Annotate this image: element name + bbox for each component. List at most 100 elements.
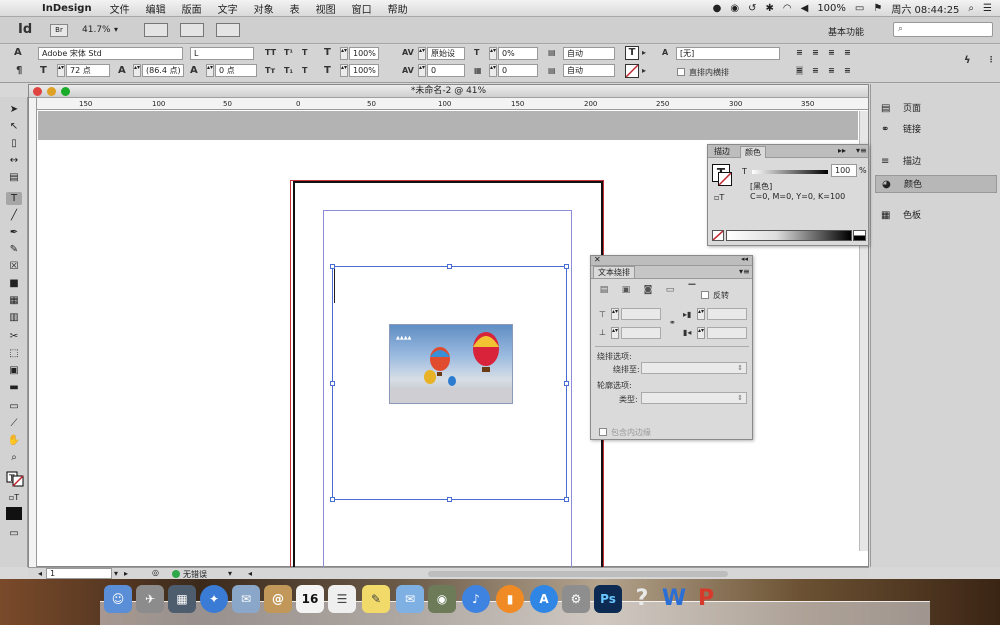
jump-object-icon[interactable]: ▭	[663, 285, 677, 296]
tsume-stepper[interactable]: ▴▾	[489, 47, 497, 60]
unknown-app-icon[interactable]: ?	[628, 585, 656, 613]
menu-help[interactable]: 帮助	[388, 1, 408, 16]
tracking-stepper[interactable]: ▴▾	[418, 64, 426, 77]
time-machine-icon[interactable]: ↺	[748, 3, 756, 14]
align-center-icon[interactable]: ≡	[812, 48, 819, 57]
clock[interactable]: 周六 08:44:25	[891, 1, 959, 16]
note-tool-icon[interactable]: ▭	[6, 400, 22, 413]
selection-tool-icon[interactable]: ➤	[6, 103, 22, 116]
preflight-icon[interactable]: ◎	[152, 568, 159, 577]
menu-view[interactable]: 视图	[316, 1, 336, 16]
stroke-menu-icon[interactable]: ▸	[642, 66, 646, 75]
bridge-button[interactable]: Br	[50, 24, 68, 37]
direct-horizontal-checkbox[interactable]	[677, 68, 685, 76]
swatches-panel-tab[interactable]: ▦ 色板	[875, 207, 997, 225]
horizontal-grid-tool-icon[interactable]: ▦	[6, 294, 22, 307]
reminders-icon[interactable]: ☰	[328, 585, 356, 613]
horizontal-ruler[interactable]: 150 100 50 0 50 100 150 200 250 300 350	[37, 98, 868, 110]
kerning-stepper[interactable]: ▴▾	[418, 47, 426, 60]
kerning-field[interactable]: 原始设	[427, 47, 465, 60]
notes-icon[interactable]: ✎	[362, 585, 390, 613]
view-options-button[interactable]	[144, 23, 168, 37]
page-menu-icon[interactable]: ▾	[114, 569, 118, 578]
mission-control-icon[interactable]: ▦	[168, 585, 196, 613]
mail-icon[interactable]: ✉	[232, 585, 260, 613]
content-collector-icon[interactable]: ▤	[6, 171, 22, 184]
paragraph-mode-icon[interactable]: ¶	[16, 65, 22, 76]
align-left-icon[interactable]: ≡	[796, 48, 803, 57]
next-page-icon[interactable]: ▸	[124, 569, 128, 578]
first-page-icon[interactable]: ◂	[38, 569, 42, 578]
free-transform-tool-icon[interactable]: ⬚	[6, 347, 22, 360]
fill-stroke-icon[interactable]: T	[6, 471, 24, 487]
close-icon[interactable]	[33, 87, 42, 96]
text-wrap-titlebar[interactable]: ✕ ◂◂	[591, 255, 752, 266]
horizontal-scrollbar[interactable]	[428, 571, 728, 577]
all-caps-icon[interactable]: TT	[265, 48, 276, 57]
tab-color[interactable]: 颜色	[740, 146, 766, 158]
calendar-icon[interactable]: 16	[296, 585, 324, 613]
collapse-icon[interactable]: ◂◂	[741, 255, 748, 263]
menu-object[interactable]: 对象	[254, 1, 274, 16]
grid-stepper[interactable]: ▴▾	[489, 64, 497, 77]
pen-tool-icon[interactable]: ✒	[6, 226, 22, 239]
none-swatch-icon[interactable]	[712, 230, 724, 241]
quick-apply-icon[interactable]: ϟ	[964, 55, 971, 66]
top-offset-field[interactable]	[621, 308, 661, 320]
type-tool-icon[interactable]: T	[6, 192, 22, 205]
app-store-icon[interactable]: A	[530, 585, 558, 613]
horizontal-scale-stepper[interactable]: ▴▾	[340, 64, 348, 77]
battery-percent[interactable]: 100%	[817, 3, 846, 14]
screen-mode-icon[interactable]: ▭	[6, 527, 22, 540]
formatting-affects-icon[interactable]: ▫T	[6, 491, 22, 504]
balloon-photo[interactable]: ▲▲▲▲	[389, 324, 513, 404]
bottom-offset-stepper[interactable]: ▴▾	[611, 327, 619, 339]
leading-stepper[interactable]: ▴▾	[133, 64, 141, 77]
chevron-down-icon[interactable]: ▾	[114, 25, 118, 34]
frame-handle[interactable]	[330, 381, 335, 386]
flag-icon[interactable]: ⚑	[873, 3, 882, 14]
left-offset-field[interactable]	[707, 308, 747, 320]
character-mode-icon[interactable]: A	[14, 47, 22, 58]
strikethrough-icon[interactable]: T	[302, 66, 307, 75]
workspace-switcher[interactable]: 基本功能	[828, 25, 864, 38]
link-offsets-icon[interactable]: ⚭	[669, 318, 676, 327]
hand-tool-icon[interactable]: ✋	[6, 434, 22, 447]
wifi-icon[interactable]: ◠	[783, 3, 792, 14]
horizontal-scale-field[interactable]: 100%	[349, 64, 379, 77]
leading-field[interactable]: (86.4 点)	[142, 64, 184, 77]
vertical-scale-field[interactable]: 100%	[349, 47, 379, 60]
line-tool-icon[interactable]: ╱	[6, 209, 22, 222]
finder-icon[interactable]: ☺	[104, 585, 132, 613]
contacts-icon[interactable]: @	[264, 585, 292, 613]
panel-menu-icon[interactable]: ⋮	[987, 55, 995, 64]
frame-handle[interactable]	[330, 497, 335, 502]
tsume-field[interactable]: 0%	[498, 47, 538, 60]
align-right-icon[interactable]: ≡	[828, 48, 835, 57]
ibooks-icon[interactable]: ▮	[496, 585, 524, 613]
frame-handle[interactable]	[447, 497, 452, 502]
collapse-icon[interactable]: ▸▸	[838, 146, 846, 155]
gap-tool-icon[interactable]: ↔	[6, 154, 22, 167]
text-stroke-icon[interactable]	[625, 64, 639, 78]
char-style-select[interactable]: [无]	[676, 47, 780, 60]
font-style-field[interactable]: L	[190, 47, 254, 60]
word-icon[interactable]: W	[660, 585, 688, 613]
itunes-icon[interactable]: ♪	[462, 585, 490, 613]
scroll-left-icon[interactable]: ◂	[248, 569, 252, 578]
rectangle-frame-tool-icon[interactable]: ☒	[6, 260, 22, 273]
preflight-menu-icon[interactable]: ▾	[228, 569, 232, 578]
pages-panel-tab[interactable]: ▤ 页面	[875, 100, 997, 118]
rectangle-tool-icon[interactable]: ■	[6, 277, 22, 290]
invert-checkbox[interactable]	[701, 291, 709, 299]
zoom-window-icon[interactable]	[61, 87, 70, 96]
contour-type-select[interactable]: ⇕	[641, 392, 747, 404]
eyedropper-tool-icon[interactable]: ⟋	[6, 417, 22, 430]
font-size-field[interactable]: 72 点	[66, 64, 110, 77]
app-menu[interactable]: InDesign	[42, 3, 92, 14]
links-panel-tab[interactable]: ⚭ 链接	[875, 121, 997, 139]
fill-menu-icon[interactable]: ▸	[642, 48, 646, 57]
baseline-field[interactable]: 0 点	[215, 64, 257, 77]
align-towards-spine-icon[interactable]: ≡	[844, 48, 851, 57]
minimize-icon[interactable]	[47, 87, 56, 96]
